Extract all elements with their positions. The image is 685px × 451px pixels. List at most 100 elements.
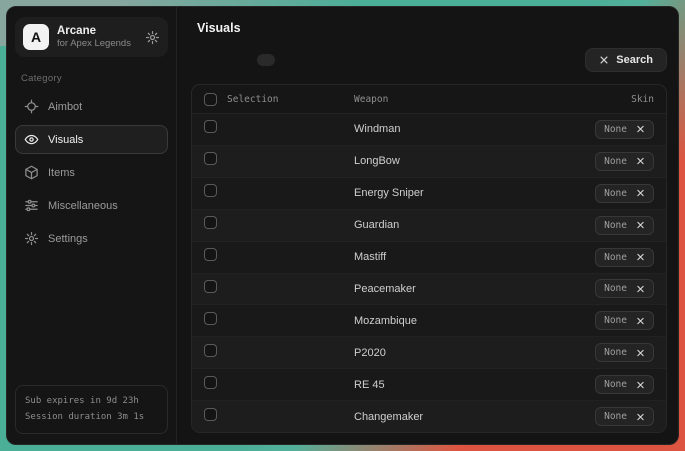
row-checkbox[interactable] bbox=[204, 216, 217, 229]
skin-select-button[interactable]: None bbox=[595, 184, 654, 203]
skin-select-button[interactable]: None bbox=[595, 216, 654, 235]
weapon-name: Mozambique bbox=[354, 315, 595, 327]
sidebar-item-label: Aimbot bbox=[48, 101, 82, 113]
weapon-name: LongBow bbox=[354, 155, 595, 167]
sidebar-item[interactable]: Items bbox=[15, 158, 168, 187]
skin-select-button[interactable]: None bbox=[595, 152, 654, 171]
search-button-label: Search bbox=[616, 54, 653, 66]
weapon-name: Mastiff bbox=[354, 251, 595, 263]
tabs-group bbox=[191, 54, 319, 66]
clear-skin-icon[interactable] bbox=[636, 412, 645, 421]
weapon-name: Energy Sniper bbox=[354, 187, 595, 199]
cube-icon bbox=[24, 165, 39, 180]
table-row: Mozambique None bbox=[192, 305, 666, 337]
row-checkbox[interactable] bbox=[204, 280, 217, 293]
search-icon bbox=[599, 55, 609, 65]
clear-skin-icon[interactable] bbox=[636, 253, 645, 262]
weapon-column-header: Weapon bbox=[354, 94, 631, 105]
sidebar-item[interactable]: Miscellaneous bbox=[15, 191, 168, 220]
table-row: Changemaker None bbox=[192, 401, 666, 432]
tab[interactable] bbox=[191, 54, 209, 66]
sidebar-item[interactable]: Visuals bbox=[15, 125, 168, 154]
table-row: Guardian None bbox=[192, 210, 666, 242]
sidebar-item[interactable]: Settings bbox=[15, 224, 168, 253]
table-row: Peacemaker None bbox=[192, 274, 666, 306]
tab[interactable] bbox=[279, 54, 297, 66]
skin-select-button[interactable]: None bbox=[595, 343, 654, 362]
selection-column-header: Selection bbox=[227, 94, 278, 105]
clear-skin-icon[interactable] bbox=[636, 316, 645, 325]
table-row: LongBow None bbox=[192, 146, 666, 178]
table-row: Windman None bbox=[192, 114, 666, 146]
tab[interactable] bbox=[301, 54, 319, 66]
tab-bar: Search bbox=[191, 48, 667, 72]
skin-value: None bbox=[604, 379, 627, 390]
weapon-name: Changemaker bbox=[354, 411, 595, 423]
gear-icon bbox=[24, 231, 39, 246]
row-checkbox[interactable] bbox=[204, 152, 217, 165]
sub-expires-text: Sub expires in 9d 23h bbox=[25, 394, 158, 409]
app-window: A Arcane for Apex Legends Category Aimbo… bbox=[6, 6, 679, 445]
clear-skin-icon[interactable] bbox=[636, 284, 645, 293]
weapon-name: P2020 bbox=[354, 347, 595, 359]
table-row: RE 45 None bbox=[192, 369, 666, 401]
weapon-name: Windman bbox=[354, 123, 595, 135]
skin-column-header: Skin bbox=[631, 94, 654, 105]
skin-select-button[interactable]: None bbox=[595, 248, 654, 267]
sidebar-item-label: Miscellaneous bbox=[48, 200, 118, 212]
row-checkbox[interactable] bbox=[204, 184, 217, 197]
row-checkbox[interactable] bbox=[204, 344, 217, 357]
app-logo: A bbox=[23, 24, 49, 50]
tab[interactable] bbox=[213, 54, 231, 66]
skin-value: None bbox=[604, 156, 627, 167]
row-checkbox[interactable] bbox=[204, 312, 217, 325]
sliders-icon bbox=[24, 198, 39, 213]
skin-value: None bbox=[604, 188, 627, 199]
table-row: Energy Sniper None bbox=[192, 178, 666, 210]
weapon-name: Guardian bbox=[354, 219, 595, 231]
row-checkbox[interactable] bbox=[204, 120, 217, 133]
clear-skin-icon[interactable] bbox=[636, 348, 645, 357]
clear-skin-icon[interactable] bbox=[636, 221, 645, 230]
tab[interactable] bbox=[257, 54, 275, 66]
gear-icon[interactable] bbox=[144, 29, 160, 45]
skin-value: None bbox=[604, 124, 627, 135]
app-subtitle: for Apex Legends bbox=[57, 38, 136, 50]
subscription-info-box: Sub expires in 9d 23h Session duration 3… bbox=[15, 385, 168, 434]
skin-value: None bbox=[604, 411, 627, 422]
sidebar-item-label: Items bbox=[48, 167, 75, 179]
weapon-name: RE 45 bbox=[354, 379, 595, 391]
category-label: Category bbox=[21, 73, 168, 84]
row-checkbox[interactable] bbox=[204, 408, 217, 421]
skin-value: None bbox=[604, 220, 627, 231]
clear-skin-icon[interactable] bbox=[636, 157, 645, 166]
app-title: Arcane bbox=[57, 24, 136, 38]
tab[interactable] bbox=[235, 54, 253, 66]
search-button[interactable]: Search bbox=[585, 48, 667, 72]
select-all-checkbox[interactable] bbox=[204, 93, 217, 106]
eye-icon bbox=[24, 132, 39, 147]
skin-select-button[interactable]: None bbox=[595, 375, 654, 394]
main-panel: Visuals Search Selection Weapon Skin Win… bbox=[177, 7, 678, 444]
session-duration-text: Session duration 3m 1s bbox=[25, 410, 158, 425]
row-checkbox[interactable] bbox=[204, 376, 217, 389]
table-row: P2020 None bbox=[192, 337, 666, 369]
sidebar-nav: Aimbot Visuals Items Miscellaneous Setti… bbox=[15, 92, 168, 253]
clear-skin-icon[interactable] bbox=[636, 380, 645, 389]
crosshair-icon bbox=[24, 99, 39, 114]
sidebar-item-label: Settings bbox=[48, 233, 88, 245]
page-title: Visuals bbox=[197, 21, 667, 35]
table-header-row: Selection Weapon Skin bbox=[192, 85, 666, 114]
skin-select-button[interactable]: None bbox=[595, 407, 654, 426]
skin-value: None bbox=[604, 315, 627, 326]
sidebar-item[interactable]: Aimbot bbox=[15, 92, 168, 121]
skin-select-button[interactable]: None bbox=[595, 311, 654, 330]
row-checkbox[interactable] bbox=[204, 248, 217, 261]
skin-changer-table: Selection Weapon Skin Windman None LongB… bbox=[191, 84, 667, 433]
skin-value: None bbox=[604, 347, 627, 358]
skin-select-button[interactable]: None bbox=[595, 279, 654, 298]
clear-skin-icon[interactable] bbox=[636, 189, 645, 198]
clear-skin-icon[interactable] bbox=[636, 125, 645, 134]
sidebar-item-label: Visuals bbox=[48, 134, 83, 146]
skin-select-button[interactable]: None bbox=[595, 120, 654, 139]
